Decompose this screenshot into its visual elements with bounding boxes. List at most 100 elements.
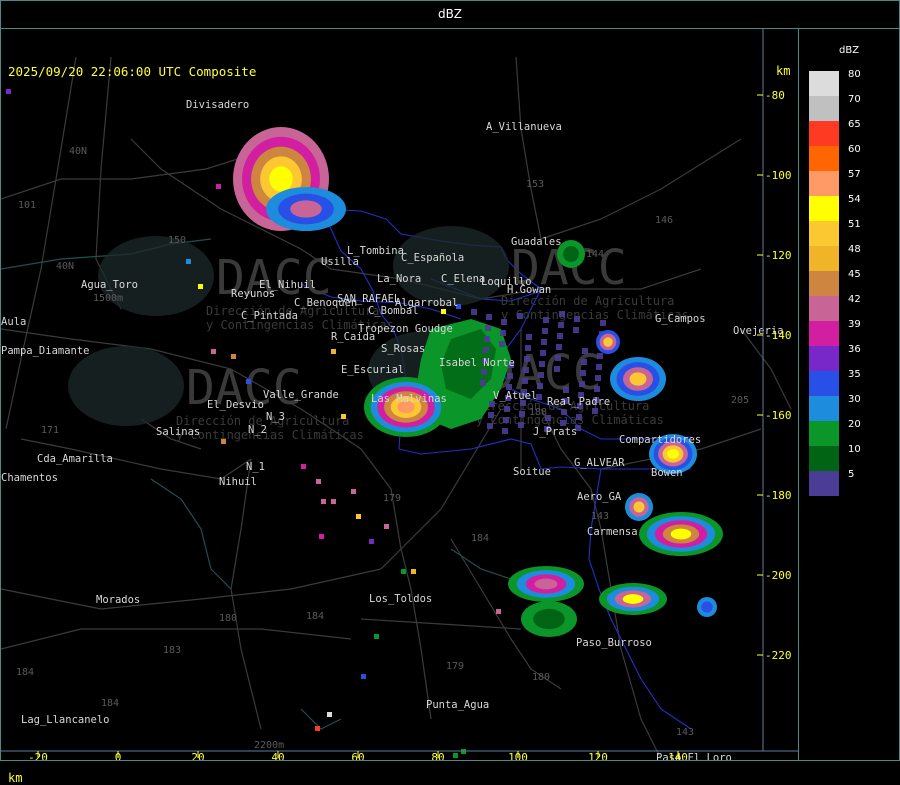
title-bar: dBZ bbox=[1, 1, 899, 29]
km-label-right: km bbox=[776, 64, 791, 78]
radar-map-panel[interactable]: DACC Dirección de Agricultura y Contingenc… bbox=[1, 29, 799, 785]
legend-label-10: 10 bbox=[848, 444, 861, 455]
y-tick-label--80: -80 bbox=[765, 89, 785, 102]
route-label-20: 1500m bbox=[93, 293, 123, 304]
route-label-0: 153 bbox=[526, 179, 544, 190]
place-label-c-espa-ola: C_Española bbox=[401, 252, 464, 264]
place-label-usilla: Usilla bbox=[321, 256, 359, 268]
place-label-divisadero: Divisadero bbox=[186, 99, 249, 111]
y-tick-label--180: -180 bbox=[765, 489, 792, 502]
echo-light-cell-54 bbox=[519, 411, 525, 417]
place-label-paso-burroso: Paso_Burroso bbox=[576, 637, 652, 649]
echo-storm-south-tail bbox=[521, 601, 577, 637]
echo-storm-aero bbox=[625, 493, 653, 521]
legend-swatch-35 bbox=[809, 371, 839, 396]
echo-storm-south-tail-10 bbox=[533, 608, 565, 630]
legend-swatch-5 bbox=[809, 471, 839, 496]
route-label-14: 183 bbox=[163, 645, 181, 656]
place-label-c-elena: C_Elena bbox=[441, 273, 485, 285]
watermark-line2-2: y Contingencias Climáticas bbox=[176, 428, 364, 442]
route-label-2: 144 bbox=[586, 249, 604, 260]
echo-cell-14 bbox=[496, 609, 501, 614]
echo-light-cell-33 bbox=[522, 378, 528, 384]
echo-cell-17 bbox=[321, 499, 326, 504]
route-label-8: 188 bbox=[529, 407, 547, 418]
echo-light-cell-64 bbox=[499, 341, 505, 347]
echo-cell-21 bbox=[331, 349, 336, 354]
echo-storm-south-east bbox=[599, 583, 667, 615]
x-tick-label--20: -20 bbox=[28, 751, 48, 760]
echo-light-cell-55 bbox=[556, 344, 562, 350]
place-label-n-2: N_2 bbox=[248, 424, 267, 436]
echo-cell-9 bbox=[356, 514, 361, 519]
echo-light-cell-32 bbox=[485, 325, 491, 331]
x-tick-label-120: 120 bbox=[588, 751, 608, 760]
echo-cell-19 bbox=[221, 439, 226, 444]
route-label-15: 184 bbox=[101, 698, 119, 709]
place-label-san-rafael: SAN_RAFAEL bbox=[337, 293, 400, 305]
river-3 bbox=[300, 708, 342, 730]
route-label-6: 40N bbox=[69, 146, 87, 157]
echo-light-cell-36 bbox=[503, 417, 509, 423]
echo-light-cell-6 bbox=[563, 387, 569, 393]
echo-light-cell-42 bbox=[595, 375, 601, 381]
echo-cell-8 bbox=[319, 534, 324, 539]
echo-light-cell-16 bbox=[543, 317, 549, 323]
echo-cell-0 bbox=[198, 284, 203, 289]
legend-swatch-39 bbox=[809, 321, 839, 346]
echo-cell-12 bbox=[401, 569, 406, 574]
place-label-j-prats: J_Prats bbox=[533, 426, 577, 438]
y-tick-label--120: -120 bbox=[765, 249, 792, 262]
echo-cell-22 bbox=[6, 89, 11, 94]
road-8 bbox=[300, 408, 432, 720]
y-tick-label--220: -220 bbox=[765, 649, 792, 662]
x-tick-label-0: 0 bbox=[115, 751, 122, 760]
echo-cell-27 bbox=[327, 712, 332, 717]
watermark-line1-1: Dirección de Agricultura bbox=[501, 294, 674, 308]
echo-cell-far-east bbox=[697, 597, 717, 617]
road-7 bbox=[1, 568, 382, 610]
echo-cell-far-east-35 bbox=[701, 601, 713, 613]
x-tick-label-140: 140 bbox=[668, 751, 688, 760]
place-label-agua-toro: Agua_Toro bbox=[81, 279, 138, 291]
echo-cell-20 bbox=[341, 414, 346, 419]
echo-light-cell-63 bbox=[592, 408, 598, 414]
x-tick-label-20: 20 bbox=[191, 751, 204, 760]
route-label-7: 40N bbox=[56, 261, 74, 272]
place-label-cda-amarilla: Cda_Amarilla bbox=[37, 453, 113, 465]
legend-label-57: 57 bbox=[848, 169, 861, 180]
echo-light-cell-28 bbox=[597, 353, 603, 359]
place-label-real-padre: Real_Padre bbox=[547, 396, 610, 408]
route-label-16: 179 bbox=[446, 661, 464, 672]
place-label-s-rosas: S_Rosas bbox=[381, 343, 425, 355]
echo-cell-6 bbox=[331, 499, 336, 504]
echo-cell-15 bbox=[374, 634, 379, 639]
place-label-punta-agua: Punta_Agua bbox=[426, 699, 489, 711]
echo-light-cell-39 bbox=[484, 336, 490, 342]
route-label-5: 101 bbox=[18, 200, 36, 211]
echo-storm-south-west-42 bbox=[534, 578, 558, 590]
echo-storm-g-campos bbox=[610, 357, 666, 401]
echo-cell-5 bbox=[316, 479, 321, 484]
echo-light-cell-10 bbox=[581, 359, 587, 365]
legend-swatch-36 bbox=[809, 346, 839, 371]
place-label-pampa-diamante: Pampa_Diamante bbox=[1, 345, 90, 357]
place-label-e-escurial: E_Escurial bbox=[341, 364, 404, 376]
legend-label-65: 65 bbox=[848, 119, 861, 130]
legend-label-39: 39 bbox=[848, 319, 861, 330]
echo-light-cell-69 bbox=[554, 366, 560, 372]
echo-light-cell-12 bbox=[525, 345, 531, 351]
echo-cell-18 bbox=[211, 349, 216, 354]
echo-storm-carmensa-54 bbox=[670, 528, 692, 540]
place-label-nihuil: Nihuil bbox=[219, 476, 257, 488]
place-label-chamentos: Chamentos bbox=[1, 472, 58, 484]
legend-label-54: 54 bbox=[848, 194, 861, 205]
place-label-g-alvear: G_ALVEAR bbox=[574, 457, 625, 469]
place-label-las-malvinas: Las Malvinas bbox=[371, 393, 447, 405]
legend-swatch-57 bbox=[809, 171, 839, 196]
radar-map[interactable]: DACCDirección de Agriculturay Contingenc… bbox=[1, 29, 798, 760]
echo-light-cell-60 bbox=[481, 369, 487, 375]
echo-storm-south-west bbox=[508, 566, 584, 602]
place-label-n-3: N_3 bbox=[266, 411, 285, 423]
echo-storm-north-tail-42 bbox=[290, 200, 322, 218]
